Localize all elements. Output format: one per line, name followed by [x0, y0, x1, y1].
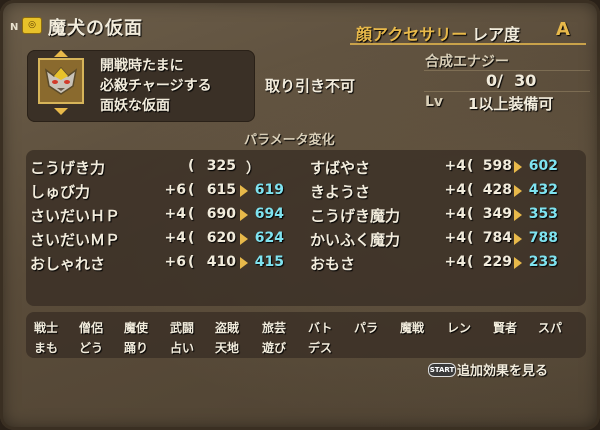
synthesis-label: 合成エナジー	[425, 54, 509, 70]
job-label: パラ	[354, 321, 379, 335]
stat-base-value: 428	[482, 182, 512, 198]
n-badge: N	[10, 22, 19, 33]
job-label: 踊り	[124, 341, 149, 355]
description-line: 必殺チャージする	[100, 78, 212, 94]
increase-arrow-icon	[514, 233, 522, 245]
job-label: 賢者	[493, 321, 518, 335]
paren-open: (	[188, 230, 195, 246]
stat-new-value: 432	[528, 182, 558, 198]
increase-arrow-icon	[514, 185, 522, 197]
synthesis-value: 0/ 30	[486, 71, 537, 90]
stat-unchanged-dash: ）	[246, 161, 260, 177]
level-label: Lv	[425, 94, 444, 110]
stat-bonus: +6	[164, 254, 186, 270]
stat-name: さいだいＨＰ	[30, 207, 121, 225]
stat-bonus: +4	[444, 158, 466, 174]
stat-base-value: 620	[206, 230, 236, 246]
demon-dog-mask-icon	[38, 58, 84, 104]
increase-arrow-icon	[514, 257, 522, 269]
increase-arrow-icon	[240, 257, 248, 269]
item-bag-icon: ◎	[22, 17, 42, 34]
job-label: どう	[79, 341, 104, 355]
stat-new-value: 602	[528, 158, 558, 174]
job-label: 遊び	[262, 341, 287, 355]
stat-bonus: +4	[164, 206, 186, 222]
stat-bonus: +4	[164, 230, 186, 246]
arrow-up-icon[interactable]	[54, 50, 68, 57]
paren-open: (	[467, 254, 474, 270]
increase-arrow-icon	[240, 233, 248, 245]
stat-bonus: +4	[444, 206, 466, 222]
paren-open: (	[188, 158, 195, 174]
trade-status: 取り引き不可	[265, 77, 356, 95]
description-line: 面妖な仮面	[100, 98, 170, 114]
level-requirement: 1以上装備可	[468, 95, 554, 113]
stat-base-value: 784	[482, 230, 512, 246]
stat-bonus: +6	[164, 182, 186, 198]
item-category: 顔アクセサリー	[356, 25, 468, 44]
item-name: 魔犬の仮面	[48, 18, 143, 39]
stat-base-value: 598	[482, 158, 512, 174]
paren-open: (	[467, 230, 474, 246]
stat-name: おもさ	[310, 255, 356, 273]
job-label: 占い	[170, 341, 195, 355]
stat-name: こうげき魔力	[310, 207, 401, 225]
job-label: 武闘	[170, 321, 195, 335]
stat-new-value: 624	[254, 230, 284, 246]
job-label: 魔戦	[400, 321, 425, 335]
description-line: 開戦時たまに	[100, 58, 184, 74]
stat-name: すばやさ	[310, 159, 371, 177]
arrow-down-icon[interactable]	[54, 108, 68, 115]
job-label: スパ	[538, 321, 563, 335]
paren-open: (	[467, 182, 474, 198]
paren-open: (	[188, 206, 195, 222]
job-label: 天地	[215, 341, 240, 355]
job-label: レン	[447, 321, 472, 335]
stat-name: おしゃれさ	[30, 255, 106, 273]
header-divider	[350, 43, 586, 45]
job-label: デス	[308, 341, 333, 355]
stat-name: きようさ	[310, 183, 371, 201]
stat-name: かいふく魔力	[310, 231, 401, 249]
paren-open: (	[467, 206, 474, 222]
view-extra-effects-button[interactable]: 追加効果を見る	[457, 360, 548, 379]
stat-bonus: +4	[444, 254, 466, 270]
stat-new-value: 694	[254, 206, 284, 222]
parameter-change-title: パラメータ変化	[244, 133, 335, 148]
stat-new-value: 415	[254, 254, 284, 270]
stat-base-value: 690	[206, 206, 236, 222]
stat-base-value: 410	[206, 254, 236, 270]
stat-bonus: +4	[444, 182, 466, 198]
paren-open: (	[188, 254, 195, 270]
stat-base-value: 615	[206, 182, 236, 198]
increase-arrow-icon	[240, 185, 248, 197]
stat-new-value: 788	[528, 230, 558, 246]
increase-arrow-icon	[514, 209, 522, 221]
rarity-label: レア度	[472, 25, 521, 44]
job-label: 旅芸	[262, 321, 287, 335]
stat-name: しゅび力	[30, 183, 91, 201]
stat-name: さいだいＭＰ	[30, 231, 121, 249]
stat-new-value: 233	[528, 254, 558, 270]
job-label: バト	[308, 321, 333, 335]
job-label: まも	[34, 341, 59, 355]
increase-arrow-icon	[240, 209, 248, 221]
job-label: 盗賊	[215, 321, 240, 335]
rarity-value: A	[556, 19, 570, 40]
paren-open: (	[467, 158, 474, 174]
start-button-icon[interactable]: START	[428, 363, 456, 377]
stat-base-value: 325	[206, 158, 236, 174]
increase-arrow-icon	[514, 161, 522, 173]
stat-base-value: 229	[482, 254, 512, 270]
stat-base-value: 349	[482, 206, 512, 222]
stat-new-value: 619	[254, 182, 284, 198]
stat-name: こうげき力	[30, 159, 106, 177]
divider	[424, 91, 590, 92]
stat-bonus: +4	[444, 230, 466, 246]
job-label: 戦士	[34, 321, 59, 335]
job-label: 魔使	[124, 321, 149, 335]
stat-new-value: 353	[528, 206, 558, 222]
job-label: 僧侶	[79, 321, 104, 335]
paren-open: (	[188, 182, 195, 198]
